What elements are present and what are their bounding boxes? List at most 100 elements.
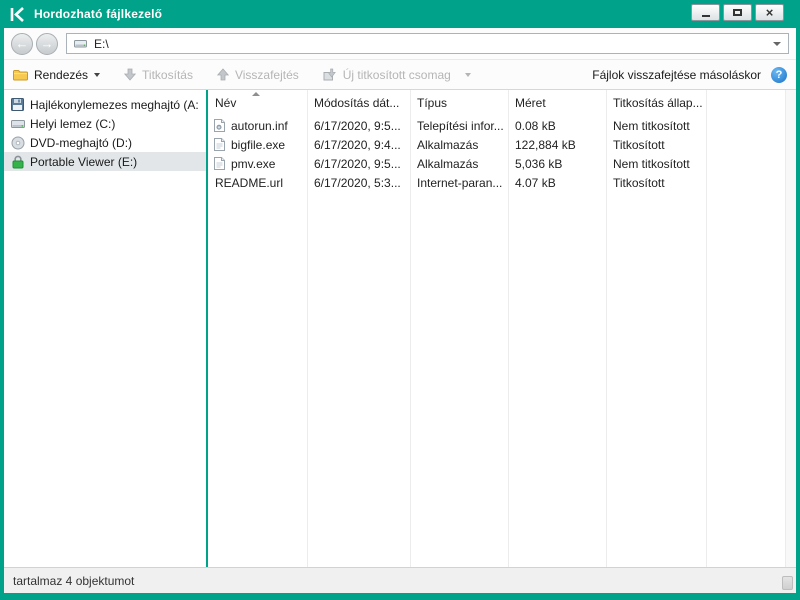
decrypt-label: Visszafejtés (235, 68, 299, 82)
kaspersky-logo-icon (9, 6, 26, 23)
column-separator (410, 90, 411, 567)
forward-arrow-icon: → (41, 36, 54, 51)
file-status: Titkosított (606, 138, 706, 152)
dvd-drive-icon (10, 136, 25, 150)
file-name-cell: bigfile.exe (208, 138, 307, 152)
sort-ascending-icon (252, 92, 260, 96)
folder-icon (13, 69, 28, 81)
main-content: Hajlékonylemezes meghajtó (A: Helyi leme… (4, 90, 796, 567)
titlebar: Hordozható fájlkezelő × (0, 0, 800, 28)
tree-item-label: Portable Viewer (E:) (30, 155, 137, 169)
resize-grip[interactable] (782, 576, 793, 590)
organize-dropdown-icon (94, 73, 100, 77)
new-encrypted-package-label: Új titkosított csomag (343, 68, 451, 82)
file-name: README.url (215, 176, 283, 190)
back-button[interactable]: ← (11, 33, 33, 55)
maximize-button[interactable] (723, 4, 752, 21)
address-dropdown-icon[interactable] (773, 42, 781, 46)
status-bar: tartalmaz 4 objektumot (4, 567, 796, 593)
encrypt-label: Titkosítás (142, 68, 193, 82)
column-header-name[interactable]: Név (208, 96, 307, 110)
decrypt-on-copy-label[interactable]: Fájlok visszafejtése másoláskor (592, 68, 761, 82)
file-modified: 6/17/2020, 9:4... (307, 138, 410, 152)
window-controls: × (691, 4, 784, 21)
file-name-cell: pmv.exe (208, 157, 307, 171)
file-modified: 6/17/2020, 5:3... (307, 176, 410, 190)
close-icon: × (766, 8, 774, 18)
file-row[interactable]: pmv.exe 6/17/2020, 9:5... Alkalmazás 5,0… (208, 154, 796, 173)
toolbar: Rendezés Titkosítás Visszafejtés (4, 60, 796, 90)
column-separator (606, 90, 607, 567)
new-encrypted-package-button[interactable]: Új titkosított csomag (323, 68, 471, 82)
file-size: 122,884 kB (508, 138, 606, 152)
help-button[interactable]: ? (771, 67, 787, 83)
setup-information-file-icon (214, 119, 226, 132)
decrypt-arrow-icon (217, 68, 229, 81)
maximize-icon (733, 9, 742, 16)
address-text: E:\ (94, 37, 109, 51)
drive-tree: Hajlékonylemezes meghajtó (A: Helyi leme… (4, 90, 206, 567)
organize-label: Rendezés (34, 68, 88, 82)
file-type: Telepítési infor... (410, 119, 508, 133)
column-header-modified[interactable]: Módosítás dát... (307, 96, 410, 110)
status-text: tartalmaz 4 objektumot (13, 574, 134, 588)
file-row[interactable]: README.url 6/17/2020, 5:3... Internet-pa… (208, 173, 796, 192)
encrypted-drive-lock-icon (10, 155, 25, 169)
organize-button[interactable]: Rendezés (13, 68, 100, 82)
file-type: Alkalmazás (410, 157, 508, 171)
help-icon: ? (776, 69, 783, 81)
column-separator (508, 90, 509, 567)
file-size: 0.08 kB (508, 119, 606, 133)
vertical-scrollbar[interactable] (785, 90, 796, 567)
floppy-drive-icon (10, 98, 25, 111)
back-arrow-icon: ← (16, 36, 29, 51)
forward-button[interactable]: → (36, 33, 58, 55)
column-header-type[interactable]: Típus (410, 96, 508, 110)
file-name: pmv.exe (231, 157, 275, 171)
application-file-icon (214, 138, 226, 151)
file-status: Titkosított (606, 176, 706, 190)
close-button[interactable]: × (755, 4, 784, 21)
file-type: Alkalmazás (410, 138, 508, 152)
column-separator (706, 90, 707, 567)
tree-item-label: Hajlékonylemezes meghajtó (A: (30, 98, 199, 112)
drive-icon (74, 38, 87, 49)
file-size: 5,036 kB (508, 157, 606, 171)
file-name-cell: autorun.inf (208, 119, 307, 133)
file-row[interactable]: bigfile.exe 6/17/2020, 9:4... Alkalmazás… (208, 135, 796, 154)
file-size: 4.07 kB (508, 176, 606, 190)
file-name: autorun.inf (231, 119, 288, 133)
tree-item-label: Helyi lemez (C:) (30, 117, 115, 131)
application-file-icon (214, 157, 226, 170)
tree-item-portable-e[interactable]: Portable Viewer (E:) (4, 152, 206, 171)
file-type: Internet-paran... (410, 176, 508, 190)
minimize-icon (702, 15, 710, 17)
new-package-dropdown-icon (465, 73, 471, 77)
tree-item-label: DVD-meghajtó (D:) (30, 136, 132, 150)
column-header-size[interactable]: Méret (508, 96, 606, 110)
encrypt-button[interactable]: Titkosítás (124, 68, 193, 82)
list-header: Név Módosítás dát... Típus Méret Titkosí… (208, 90, 796, 116)
file-modified: 6/17/2020, 9:5... (307, 119, 410, 133)
file-status: Nem titkosított (606, 157, 706, 171)
window-body: ← → E:\ (4, 28, 796, 593)
file-name-cell: README.url (208, 176, 307, 190)
minimize-button[interactable] (691, 4, 720, 21)
column-separator (307, 90, 308, 567)
column-header-status[interactable]: Titkosítás állap... (606, 96, 706, 110)
address-bar[interactable]: E:\ (66, 33, 789, 54)
encrypted-package-icon (323, 68, 337, 81)
hard-disk-icon (10, 118, 25, 130)
app-window: Hordozható fájlkezelő × ← → (0, 0, 800, 600)
decrypt-button[interactable]: Visszafejtés (217, 68, 299, 82)
navigation-bar: ← → E:\ (4, 28, 796, 60)
window-title: Hordozható fájlkezelő (34, 7, 162, 21)
tree-item-local-c[interactable]: Helyi lemez (C:) (4, 114, 206, 133)
file-status: Nem titkosított (606, 119, 706, 133)
file-list: Név Módosítás dát... Típus Méret Titkosí… (208, 90, 796, 567)
tree-item-dvd-d[interactable]: DVD-meghajtó (D:) (4, 133, 206, 152)
encrypt-arrow-icon (124, 68, 136, 81)
file-name: bigfile.exe (231, 138, 285, 152)
tree-item-floppy-a[interactable]: Hajlékonylemezes meghajtó (A: (4, 95, 206, 114)
file-row[interactable]: autorun.inf 6/17/2020, 9:5... Telepítési… (208, 116, 796, 135)
